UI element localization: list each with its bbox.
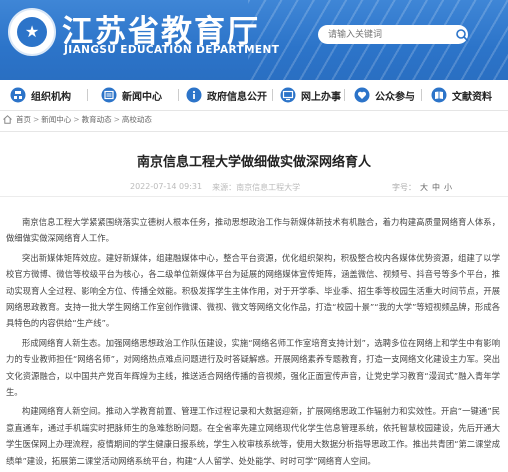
breadcrumb: 首页 > 新闻中心 > 教育动态 > 高校动态 — [0, 111, 508, 127]
nav-item-info-disclosure[interactable]: 政府信息公开 — [186, 80, 267, 110]
font-size-switcher: 字号： 大 中 小 — [392, 182, 452, 193]
font-size-label: 字号： — [392, 183, 416, 192]
divider — [0, 196, 508, 197]
article-paragraph: 形成网络育人新生态。加强网络思想政治工作队伍建设，实施“网络名师工作室培育支持计… — [6, 337, 500, 398]
article-meta: 2022-07-14 09:31 来源：南京信息工程大学 — [130, 182, 300, 193]
org-icon — [10, 87, 26, 103]
nav-label: 新闻中心 — [122, 91, 162, 103]
search-icon[interactable] — [455, 28, 469, 42]
nav-label: 组织机构 — [31, 91, 71, 103]
nav-label: 公众参与 — [375, 91, 415, 103]
article-body: 南京信息工程大学紧紧围绕落实立德树人根本任务，推动思想政治工作与新媒体新技术有机… — [6, 214, 500, 472]
nav-divider — [272, 89, 273, 101]
site-header: ★ 江苏省教育厅 JIANGSU EDUCATION DEPARTMENT — [0, 0, 508, 80]
nav-label: 政府信息公开 — [207, 91, 267, 103]
nav-divider — [344, 89, 345, 101]
article-paragraph: 突出新媒体矩阵效应。建好新媒体，组建融媒体中心，整合平台资源，优化组织架构，积极… — [6, 252, 500, 329]
divider — [0, 131, 508, 132]
participation-icon — [354, 87, 370, 103]
home-icon — [3, 114, 12, 124]
article-title: 南京信息工程大学做细做实做深网络育人 — [136, 155, 371, 170]
breadcrumb-separator: > — [113, 114, 120, 124]
documents-icon — [431, 87, 447, 103]
nav-item-news[interactable]: 新闻中心 — [101, 80, 162, 110]
main-nav: 组织机构 新闻中心 政府信息公开 网上办事 公众参与 文献资料 — [0, 80, 508, 111]
article-paragraph: 构建网络育人新空间。推动入学教育前置、管理工作过程记录和大数据迎新，扩展网络思政… — [6, 406, 500, 466]
article-source: 来源：南京信息工程大学 — [212, 183, 301, 192]
breadcrumb-link-news[interactable]: 新闻中心 — [41, 114, 71, 125]
breadcrumb-link-education-news[interactable]: 教育动态 — [82, 114, 112, 125]
breadcrumb-separator: > — [33, 114, 40, 124]
nav-item-org[interactable]: 组织机构 — [10, 80, 71, 110]
font-size-medium-button[interactable]: 中 — [432, 182, 440, 193]
search-input[interactable] — [318, 25, 468, 44]
site-name-en: JIANGSU EDUCATION DEPARTMENT — [64, 44, 280, 56]
breadcrumb-separator: > — [73, 114, 80, 124]
info-icon — [186, 87, 202, 103]
breadcrumb-link-home[interactable]: 首页 — [16, 114, 31, 125]
nav-label: 网上办事 — [301, 91, 341, 103]
nav-item-participation[interactable]: 公众参与 — [354, 80, 415, 110]
nav-divider — [421, 89, 422, 101]
nav-label: 文献资料 — [452, 91, 492, 103]
nav-item-online-service[interactable]: 网上办事 — [280, 80, 341, 110]
font-size-large-button[interactable]: 大 — [420, 182, 428, 193]
nav-divider — [178, 89, 179, 101]
font-size-small-button[interactable]: 小 — [444, 182, 452, 193]
site-emblem-icon[interactable]: ★ — [8, 8, 56, 56]
article-paragraph: 南京信息工程大学紧紧围绕落实立德树人根本任务，推动思想政治工作与新媒体新技术有机… — [6, 217, 500, 244]
article-date: 2022-07-14 09:31 — [130, 182, 203, 191]
news-icon — [101, 87, 117, 103]
nav-divider — [87, 89, 88, 101]
online-service-icon — [280, 87, 296, 103]
breadcrumb-link-university-news[interactable]: 高校动态 — [122, 114, 152, 125]
nav-item-documents[interactable]: 文献资料 — [431, 80, 492, 110]
